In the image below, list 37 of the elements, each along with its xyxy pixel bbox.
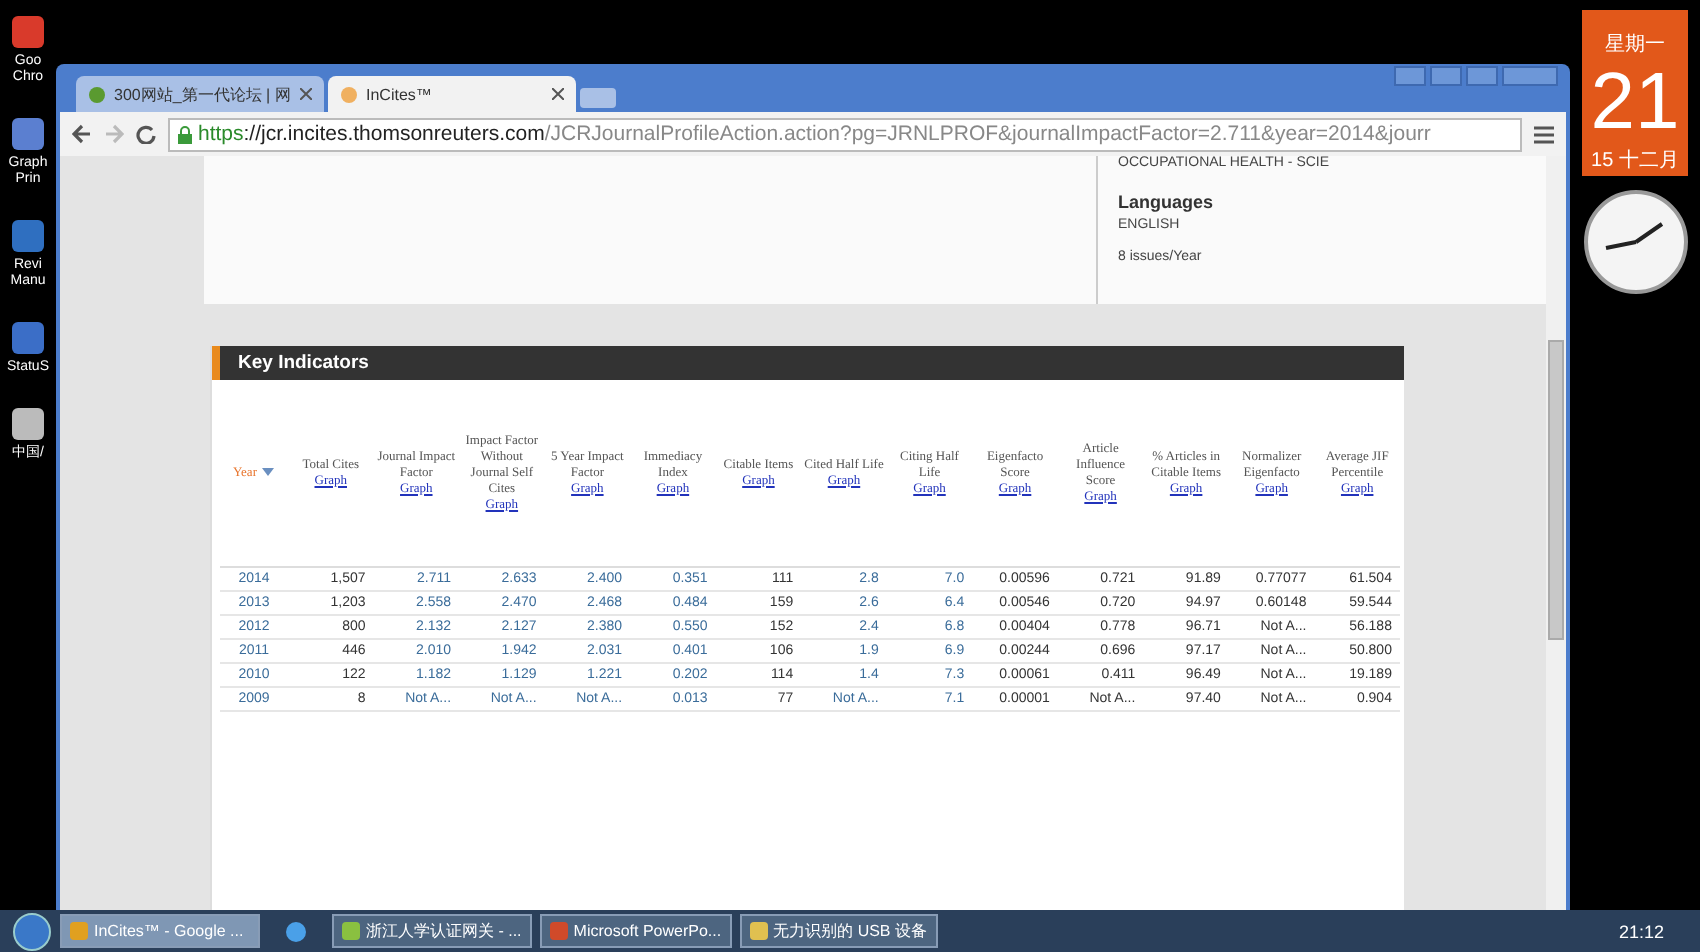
back-icon[interactable] xyxy=(72,124,92,144)
address-field[interactable]: https://jcr.incites.thomsonreuters.com/JCRJournalProfileAction.action?pg=JRNLPROF&journalImpactFactor=2.711&year=2014&jourr xyxy=(168,117,1522,151)
browser-tab[interactable]: InCites™ xyxy=(328,76,576,112)
panel-title: Key Indicators xyxy=(212,346,1404,380)
app-icon xyxy=(749,922,768,940)
close-icon[interactable] xyxy=(552,88,564,100)
app-icon xyxy=(342,922,360,940)
app-icon[interactable] xyxy=(8,114,48,154)
tab-title: 300网站_第一代论坛 | 网 xyxy=(114,83,292,105)
weekday-text: 星期一 xyxy=(1605,31,1665,58)
app-icon xyxy=(70,922,88,940)
menu-icon[interactable] xyxy=(1534,125,1554,143)
start-button[interactable] xyxy=(12,911,52,951)
day-text: 21 xyxy=(1590,58,1680,146)
taskbar-label: InCites™ - Google ... xyxy=(94,922,244,940)
languages-heading: Languages xyxy=(1118,192,1216,212)
taskbar-item[interactable]: 浙江人学认证网关 - ... xyxy=(332,914,532,948)
lock-icon xyxy=(178,125,192,143)
favicon-icon xyxy=(340,85,358,103)
taskbar-item[interactable]: Microsoft PowerPo... xyxy=(539,914,732,948)
app-icon xyxy=(549,922,568,940)
tab-title: InCites™ xyxy=(366,85,434,103)
browser-tab[interactable]: 300网站_第一代论坛 | 网 xyxy=(76,76,324,112)
taskbar-label: 无力识别的 USB 设备 xyxy=(773,920,927,942)
reload-icon[interactable] xyxy=(136,124,156,144)
clock-text: 21:12 xyxy=(1618,921,1664,941)
month-text: 15 十二月 xyxy=(1591,147,1679,174)
taskbar-item[interactable]: 无力识别的 USB 设备 xyxy=(739,914,937,948)
taskbar-label: 浙江人学认证网关 - ... xyxy=(366,920,522,942)
pinned-app-icon[interactable] xyxy=(284,919,308,943)
favicon-icon xyxy=(88,85,106,103)
app-icon[interactable] xyxy=(8,404,48,444)
clock-icon xyxy=(1581,188,1689,296)
taskbar-label: Microsoft PowerPo... xyxy=(573,922,722,940)
app-icon[interactable] xyxy=(8,12,48,52)
sort-down-icon xyxy=(262,467,275,475)
close-icon[interactable] xyxy=(300,88,312,100)
